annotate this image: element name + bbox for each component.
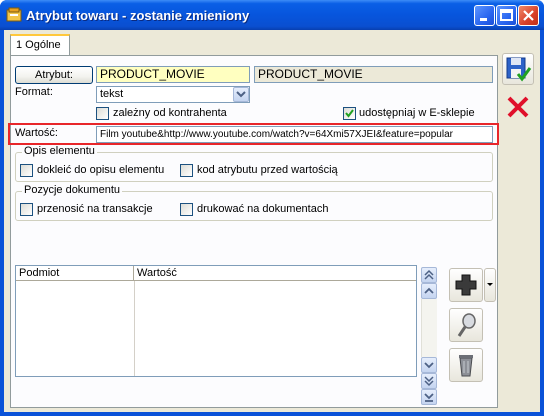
chevron-down-icon [236, 91, 246, 98]
atrybut-code-field[interactable]: PRODUCT_MOVIE [96, 66, 250, 83]
save-button[interactable] [502, 53, 534, 85]
tab-label: 1 Ogólne [16, 39, 61, 51]
tab-panel: Atrybut: PRODUCT_MOVIE PRODUCT_MOVIE For… [8, 55, 499, 408]
maximize-button[interactable] [496, 5, 517, 26]
double-chevron-down-icon [424, 376, 434, 387]
edit-button[interactable] [449, 308, 483, 342]
format-value: tekst [100, 88, 124, 100]
format-label: Format: [15, 86, 53, 98]
opis-legend: Opis elementu [22, 145, 97, 157]
chevron-up-icon [424, 287, 434, 294]
udostepniaj-label: udostępniaj w E-sklepie [359, 107, 475, 119]
drukowac-checkbox[interactable] [180, 203, 193, 216]
format-dropdown-button[interactable] [233, 87, 249, 102]
kod-label: kod atrybutu przed wartością [197, 164, 338, 176]
minimize-button[interactable] [474, 5, 495, 26]
format-select[interactable]: tekst [96, 86, 250, 103]
doklejc-checkbox[interactable] [20, 164, 33, 177]
close-icon [523, 10, 534, 21]
atrybut-name-field: PRODUCT_MOVIE [254, 66, 493, 83]
scroll-track[interactable] [421, 299, 437, 357]
scroll-up-button[interactable] [421, 283, 437, 299]
chevron-down-icon [424, 362, 434, 369]
save-icon [506, 57, 532, 82]
kod-checkbox[interactable] [180, 164, 193, 177]
maximize-icon [500, 9, 513, 21]
drukowac-label: drukować na dokumentach [197, 203, 329, 215]
scroll-bottom-button[interactable] [421, 389, 437, 405]
close-button[interactable] [518, 5, 539, 26]
zalezny-label: zależny od kontrahenta [113, 107, 227, 119]
grid-column-divider [134, 281, 135, 376]
column-podmiot[interactable]: Podmiot [16, 266, 134, 281]
scroll-top-button[interactable] [421, 267, 437, 283]
magnifier-icon [457, 313, 476, 337]
add-button[interactable] [449, 268, 483, 302]
add-icon [455, 274, 477, 296]
doklejc-label: dokleić do opisu elementu [37, 164, 165, 176]
zalezny-checkbox[interactable] [96, 107, 109, 120]
atrybut-button[interactable]: Atrybut: [15, 66, 93, 84]
minimize-icon [480, 18, 487, 21]
pozycje-group: Pozycje dokumentu przenosić na transakcj… [15, 184, 493, 221]
checkmark-icon [345, 109, 354, 118]
chevron-bottom-icon [424, 393, 434, 402]
przenosic-label: przenosić na transakcje [37, 203, 153, 215]
wartosc-field[interactable]: Film youtube&http://www.youtube.com/watc… [96, 126, 493, 143]
window: Atrybut towaru - zostanie zmieniony 1 Og… [0, 0, 544, 416]
trash-icon [459, 355, 473, 377]
pozycje-legend: Pozycje dokumentu [22, 184, 122, 196]
scroll-down-page-button[interactable] [421, 373, 437, 389]
opis-group: Opis elementu dokleić do opisu elementu … [15, 145, 493, 182]
app-icon [6, 7, 22, 22]
values-grid[interactable]: Podmiot Wartość [15, 265, 417, 377]
cancel-icon [507, 96, 529, 118]
udostepniaj-checkbox[interactable] [343, 107, 356, 120]
scroll-down-button[interactable] [421, 357, 437, 373]
dialog-client: 1 Ogólne Atrybut: PRODUCT_MOVIE PRODUCT_… [4, 30, 540, 412]
add-dropdown-button[interactable] [484, 268, 496, 302]
przenosic-checkbox[interactable] [20, 203, 33, 216]
wartosc-label: Wartość: [15, 127, 58, 139]
window-title: Atrybut towaru - zostanie zmieniony [26, 8, 250, 23]
double-chevron-up-icon [424, 269, 434, 280]
title-bar: Atrybut towaru - zostanie zmieniony [0, 0, 544, 30]
cancel-button[interactable] [502, 91, 534, 123]
chevron-down-icon [487, 283, 493, 286]
delete-button[interactable] [449, 348, 483, 382]
grid-header: Podmiot Wartość [16, 266, 416, 281]
tab-ogolne[interactable]: 1 Ogólne [10, 34, 70, 56]
column-wartosc[interactable]: Wartość [134, 266, 416, 281]
